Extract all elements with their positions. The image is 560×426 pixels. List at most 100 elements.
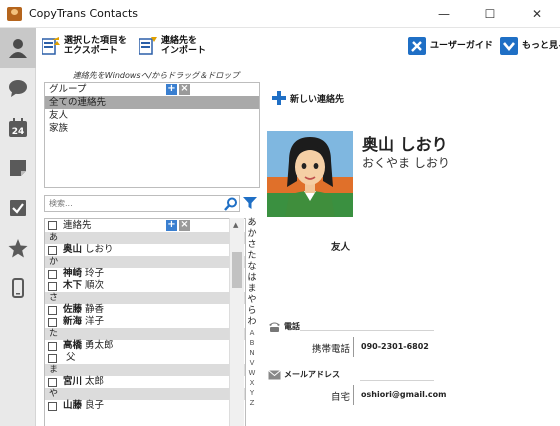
- minimize-button[interactable]: —: [421, 0, 467, 28]
- index-kana-letter[interactable]: は: [246, 273, 258, 284]
- phone-number[interactable]: 090-2301-6802: [361, 342, 429, 351]
- contact-row[interactable]: 山藤 良子: [45, 400, 245, 412]
- index-kana-letter[interactable]: た: [246, 251, 258, 262]
- index-latin-letter[interactable]: W: [246, 368, 258, 378]
- contact-checkbox[interactable]: [48, 341, 57, 351]
- index-kana-letter[interactable]: ら: [246, 306, 258, 317]
- import-icon: [139, 37, 157, 55]
- contact-letter-header: か: [45, 256, 245, 268]
- index-latin-letter[interactable]: X: [246, 378, 258, 388]
- new-contact-button[interactable]: 新しい連絡先: [272, 91, 344, 105]
- search-icon[interactable]: [224, 197, 238, 211]
- phone-separator: [353, 337, 354, 357]
- contact-checkbox[interactable]: [48, 377, 57, 387]
- title-bar: CopyTrans Contacts — ☐ ✕: [0, 0, 560, 28]
- rail-favorites[interactable]: [0, 228, 36, 268]
- index-latin-letter[interactable]: V: [246, 358, 258, 368]
- close-button[interactable]: ✕: [514, 0, 560, 28]
- email-separator: [353, 385, 354, 405]
- rail-contacts[interactable]: [0, 28, 36, 68]
- phone-type-label: 携帯電話: [311, 344, 350, 355]
- contact-first-name: 順次: [85, 280, 105, 291]
- contact-checkbox[interactable]: [48, 281, 57, 291]
- group-item-family[interactable]: 家族: [45, 122, 259, 135]
- contact-last-name: 木下: [63, 280, 83, 291]
- drag-drop-hint: 連絡先をWindowsへ/からドラッグ＆ドロップ: [72, 71, 240, 80]
- search-input[interactable]: [45, 196, 215, 211]
- more-button[interactable]: もっと見る: [500, 34, 560, 58]
- contact-row[interactable]: 木下 順次: [45, 280, 245, 292]
- index-latin-letter[interactable]: N: [246, 348, 258, 358]
- contact-checkbox[interactable]: [48, 317, 57, 327]
- contact-row[interactable]: 神崎 玲子: [45, 268, 245, 280]
- index-latin-letter[interactable]: Z: [246, 398, 258, 408]
- contact-last-name: 高橋: [63, 340, 83, 351]
- index-kana-letter[interactable]: あ: [246, 218, 258, 229]
- export-icon: [42, 37, 60, 55]
- contacts-icon: [9, 39, 27, 58]
- contact-photo[interactable]: [267, 131, 353, 217]
- phone-section-title: 電話: [268, 321, 300, 332]
- contact-checkbox[interactable]: [48, 245, 57, 255]
- add-contact-button[interactable]: +: [166, 220, 177, 231]
- group-list: グループ + × 全ての連絡先 友人 家族: [44, 82, 260, 188]
- email-address[interactable]: oshiori@gmail.com: [361, 390, 446, 399]
- contact-row[interactable]: 宮川 太郎: [45, 376, 245, 388]
- contact-row[interactable]: 佐藤 静香: [45, 304, 245, 316]
- contact-row[interactable]: 奥山 しおり: [45, 244, 245, 256]
- contact-list-scrollbar[interactable]: ▲: [229, 218, 244, 426]
- contact-checkbox[interactable]: [48, 305, 57, 315]
- alphabet-index: あかさたなはまやらわABNVWXYZ: [246, 218, 258, 408]
- scroll-up-arrow-icon[interactable]: ▲: [233, 221, 238, 229]
- add-group-button[interactable]: +: [166, 84, 177, 95]
- new-contact-label: 新しい連絡先: [290, 94, 345, 105]
- contact-list: 連絡先 + × あ奥山 しおりか神崎 玲子 木下 順次さ佐藤 静香 新海 洋子た高橋 勇太郎父ま…: [44, 218, 246, 426]
- window-title: CopyTrans Contacts: [29, 7, 138, 20]
- contact-first-name: 静香: [85, 304, 105, 315]
- contact-letter-header: ま: [45, 364, 245, 376]
- select-all-checkbox[interactable]: [48, 221, 57, 230]
- messages-icon: [9, 80, 27, 97]
- index-latin-letter[interactable]: Y: [246, 388, 258, 398]
- index-kana-letter[interactable]: や: [246, 295, 258, 306]
- contact-last-name: 佐藤: [63, 304, 83, 315]
- group-header: グループ + ×: [45, 83, 259, 96]
- scrollbar-thumb[interactable]: [232, 252, 242, 288]
- index-latin-letter[interactable]: B: [246, 338, 258, 348]
- rail-calendar[interactable]: 24: [0, 108, 36, 148]
- contact-checkbox[interactable]: [48, 353, 57, 363]
- group-item-all[interactable]: 全ての連絡先: [45, 96, 259, 109]
- contact-letter-header: や: [45, 388, 245, 400]
- user-guide-button[interactable]: ユーザーガイド: [408, 34, 493, 58]
- contact-first-name: 洋子: [85, 316, 105, 327]
- contact-first-name: 勇太郎: [85, 340, 114, 351]
- rail-notes[interactable]: [0, 148, 36, 188]
- index-latin-letter[interactable]: A: [246, 328, 258, 338]
- import-button[interactable]: 連絡先を インポート: [139, 34, 206, 58]
- contact-list-header-label: 連絡先: [63, 219, 92, 231]
- maximize-button[interactable]: ☐: [467, 0, 513, 28]
- delete-group-button[interactable]: ×: [179, 84, 190, 95]
- index-kana-letter[interactable]: ま: [246, 284, 258, 295]
- import-label: 連絡先を インポート: [161, 36, 207, 56]
- rail-device[interactable]: [0, 268, 36, 308]
- rail-tasks[interactable]: [0, 188, 36, 228]
- index-kana-letter[interactable]: さ: [246, 240, 258, 251]
- search-box: [44, 195, 240, 212]
- contact-checkbox[interactable]: [48, 269, 57, 279]
- rail-messages[interactable]: [0, 68, 36, 108]
- filter-icon[interactable]: [243, 196, 257, 210]
- contact-row[interactable]: 高橋 勇太郎: [45, 340, 245, 352]
- delete-contact-button[interactable]: ×: [179, 220, 190, 231]
- group-item-friends[interactable]: 友人: [45, 109, 259, 122]
- contact-row[interactable]: 父: [45, 352, 245, 364]
- index-kana-letter[interactable]: わ: [246, 317, 258, 328]
- export-label: 選択した項目を エクスポート: [64, 36, 128, 56]
- index-kana-letter[interactable]: な: [246, 262, 258, 273]
- contact-checkbox[interactable]: [48, 401, 57, 411]
- export-button[interactable]: 選択した項目を エクスポート: [42, 34, 127, 58]
- index-kana-letter[interactable]: か: [246, 229, 258, 240]
- contact-last-name: 奥山: [63, 244, 83, 255]
- contact-row[interactable]: 新海 洋子: [45, 316, 245, 328]
- telephone-icon: [269, 322, 280, 332]
